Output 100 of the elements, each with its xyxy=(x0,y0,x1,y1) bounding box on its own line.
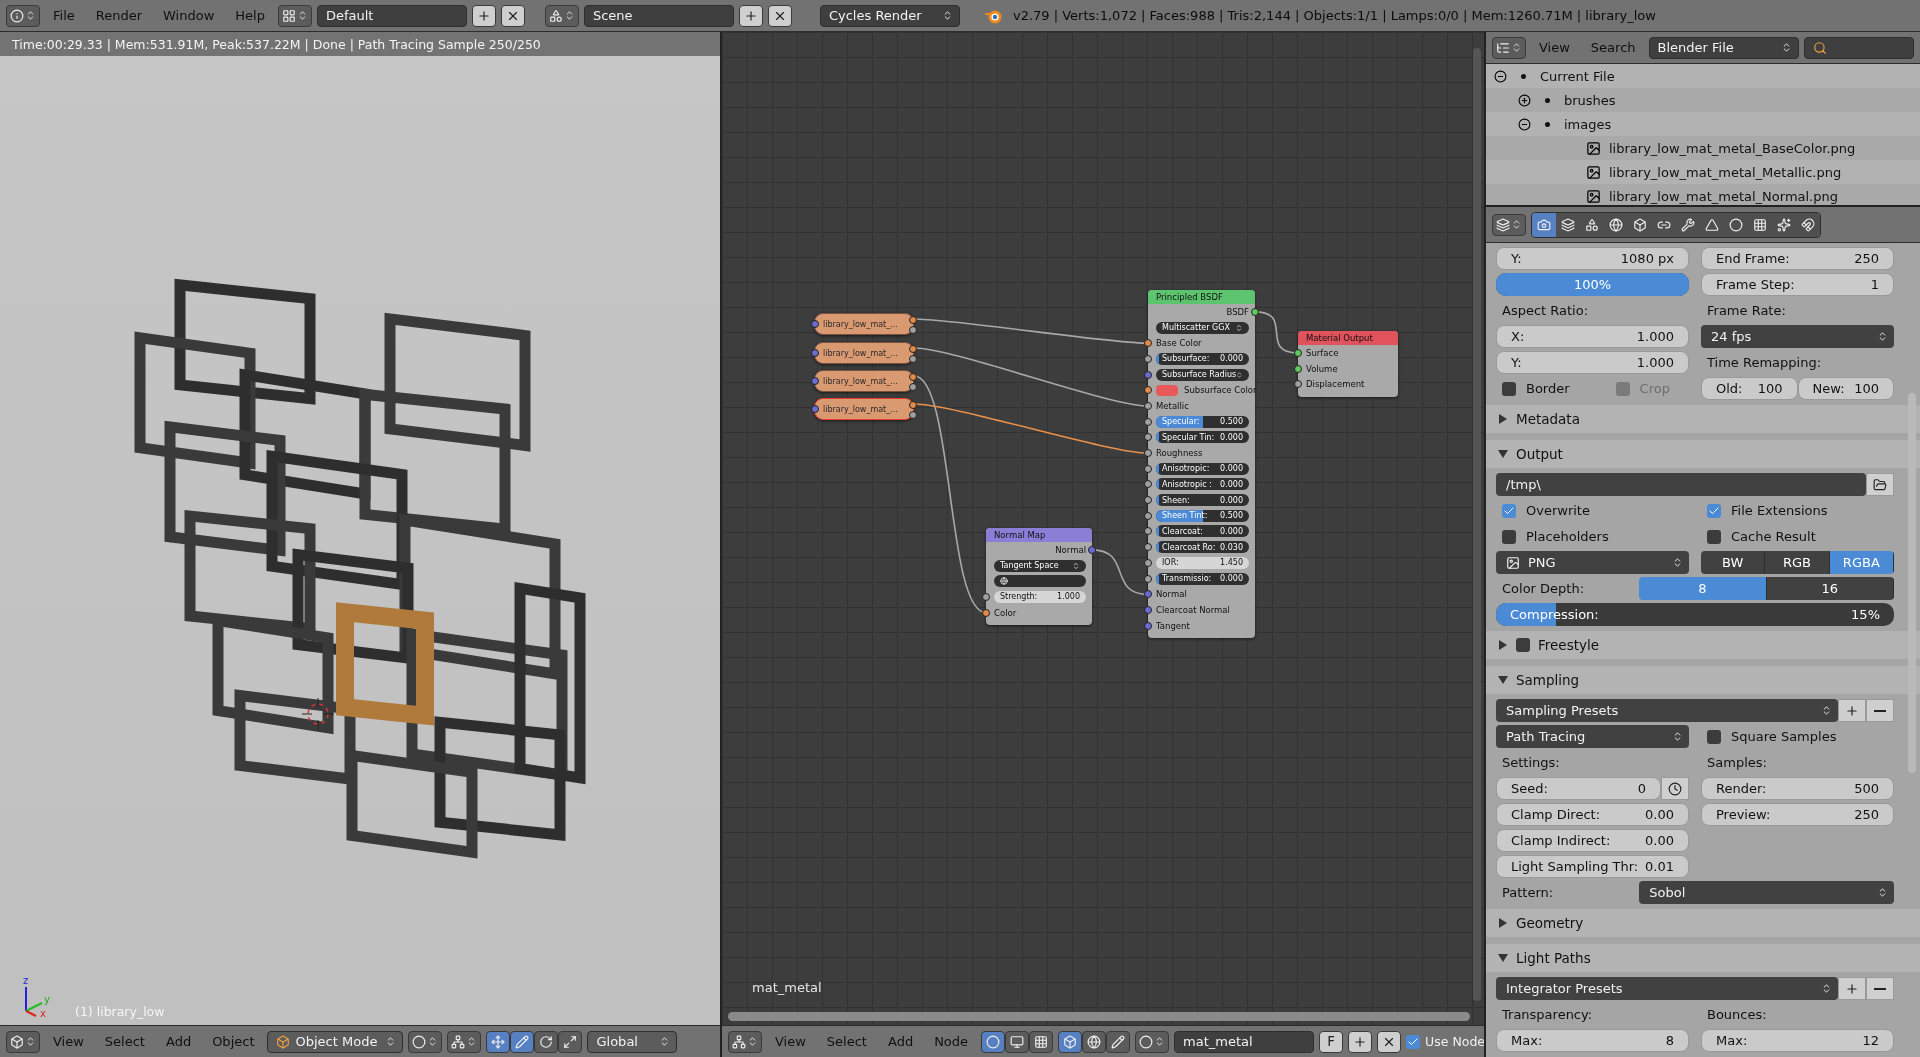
number-field[interactable]: Y: 1.000 xyxy=(1496,351,1689,374)
uv-map-field[interactable] xyxy=(994,575,1086,588)
node-slider[interactable]: Clearcoat Ro: 0.030 xyxy=(1156,541,1249,554)
menu-item[interactable]: Search xyxy=(1582,40,1644,55)
path-field[interactable]: /tmp\ xyxy=(1496,473,1866,496)
number-field[interactable]: New: 100 xyxy=(1797,377,1894,400)
dropdown[interactable]: Sobol xyxy=(1639,881,1894,904)
node-slider[interactable]: Anisotropic : 0.000 xyxy=(1156,478,1249,491)
number-field[interactable]: Y: 1080 px xyxy=(1496,247,1689,270)
scene-button[interactable] xyxy=(544,4,579,27)
node-dropdown[interactable]: Subsurface Radius xyxy=(1156,368,1249,381)
number-field[interactable]: Frame Step: 1 xyxy=(1701,273,1894,296)
node-slider[interactable]: Sheen: 0.000 xyxy=(1156,494,1249,507)
dropdown[interactable]: Path Tracing xyxy=(1496,725,1689,748)
checkbox-label[interactable]: Use Node xyxy=(1425,1034,1484,1049)
node-slider[interactable]: Specular: 0.500 xyxy=(1156,415,1249,428)
node-socket[interactable] xyxy=(1088,545,1096,554)
layout-button[interactable] xyxy=(277,4,312,27)
property-tab[interactable] xyxy=(1796,212,1820,237)
pivot-button[interactable] xyxy=(447,1030,482,1053)
checkbox-label[interactable]: Square Samples xyxy=(1731,729,1837,744)
dropdown[interactable]: 24 fps xyxy=(1701,325,1894,348)
scrollbar[interactable] xyxy=(728,1012,1470,1021)
editor-type-button[interactable] xyxy=(6,1030,40,1053)
remove-preset-button[interactable] xyxy=(1866,977,1894,1000)
number-field[interactable]: X: 1.000 xyxy=(1496,325,1689,348)
node-dropdown[interactable]: Tangent Space xyxy=(994,559,1086,572)
checkbox[interactable] xyxy=(1502,503,1516,518)
manipulator-button[interactable] xyxy=(510,1030,535,1053)
node-dropdown[interactable]: Multiscatter GGX xyxy=(1156,321,1249,334)
toggle-option[interactable]: RGBA xyxy=(1829,551,1894,574)
display-mode-dropdown[interactable]: Blender File xyxy=(1648,36,1799,59)
tree-item[interactable]: library_low_mat_metal_Metallic.png xyxy=(1609,164,1842,180)
checkbox[interactable] xyxy=(1516,638,1530,652)
checkbox[interactable] xyxy=(1502,529,1516,544)
number-field[interactable]: Preview: 250 xyxy=(1701,803,1894,826)
layout-field[interactable]: Default xyxy=(316,4,467,27)
close-button[interactable] xyxy=(500,4,525,27)
menu-item[interactable]: Help xyxy=(227,8,273,23)
close-button[interactable] xyxy=(1377,1030,1402,1053)
menu-item[interactable]: Object xyxy=(204,1034,263,1049)
manipulator-button[interactable] xyxy=(486,1030,511,1053)
panel-header[interactable]: Light Paths xyxy=(1486,944,1920,972)
node-slider[interactable]: Specular Tin: 0.000 xyxy=(1156,431,1249,444)
checkbox-label[interactable]: Cache Result xyxy=(1731,529,1816,544)
panel-header[interactable]: Metadata xyxy=(1486,405,1920,433)
number-field[interactable]: Old: 100 xyxy=(1701,377,1798,400)
node-slider[interactable]: Anisotropic: 0.000 xyxy=(1156,462,1249,475)
remove-preset-button[interactable] xyxy=(1866,699,1894,722)
checkbox[interactable] xyxy=(1502,381,1516,396)
render-engine-dropdown[interactable]: Cycles Render xyxy=(819,4,960,27)
shading-button[interactable] xyxy=(408,1030,443,1053)
mode-dropdown[interactable]: Object Mode xyxy=(267,1030,404,1053)
checkbox[interactable] xyxy=(1707,729,1721,744)
toggle-option[interactable]: 8 xyxy=(1639,577,1767,600)
node-slider[interactable]: Subsurface: 0.000 xyxy=(1156,352,1249,365)
animate-seed-button[interactable] xyxy=(1661,777,1689,800)
image-node[interactable]: library_low_mat_... xyxy=(814,313,914,335)
node-socket[interactable] xyxy=(811,349,819,357)
property-tab[interactable] xyxy=(1532,212,1556,237)
node-socket[interactable] xyxy=(811,320,819,328)
property-tab[interactable] xyxy=(1556,212,1580,237)
node-socket[interactable] xyxy=(811,405,819,413)
editor-type-button[interactable] xyxy=(728,1030,762,1053)
shader-source-button[interactable] xyxy=(1106,1030,1131,1053)
material-field[interactable]: mat_metal xyxy=(1174,1030,1315,1053)
node-slider[interactable]: Clearcoat: 0.000 xyxy=(1156,525,1249,538)
node-number-field[interactable]: IOR: 1.450 xyxy=(1156,556,1249,569)
number-field[interactable]: Light Sampling Thr: 0.01 xyxy=(1496,855,1689,878)
checkbox[interactable] xyxy=(1707,529,1721,544)
editor-type-button[interactable] xyxy=(6,4,40,27)
number-field[interactable]: Seed: 0 xyxy=(1496,777,1661,800)
color-swatch[interactable] xyxy=(1156,384,1178,396)
search-field[interactable] xyxy=(1803,36,1914,59)
toggle-option[interactable]: 16 xyxy=(1766,577,1894,600)
add-button[interactable] xyxy=(1348,1030,1373,1053)
manipulator-button[interactable] xyxy=(558,1030,583,1053)
close-button[interactable] xyxy=(767,4,792,27)
shader-source-button[interactable] xyxy=(1082,1030,1107,1053)
panel-header[interactable]: Sampling xyxy=(1486,666,1920,694)
tree-item[interactable]: Current File xyxy=(1540,68,1615,84)
preset-dropdown[interactable]: Sampling Presets xyxy=(1496,699,1838,722)
editor-type-button[interactable] xyxy=(1492,36,1526,59)
menu-item[interactable]: Add xyxy=(157,1034,200,1049)
menu-item[interactable]: Render xyxy=(87,8,151,23)
tree-item[interactable]: images xyxy=(1564,116,1612,132)
dropdown[interactable]: PNG xyxy=(1496,551,1689,574)
menu-item[interactable]: Select xyxy=(818,1034,875,1049)
scrollbar[interactable] xyxy=(1473,48,1481,1001)
node-socket[interactable] xyxy=(1251,307,1259,316)
number-field[interactable]: Max: 12 xyxy=(1701,1029,1894,1052)
toggle-option[interactable]: RGB xyxy=(1765,551,1830,574)
checkbox-label[interactable]: Border xyxy=(1526,381,1570,396)
scene-field[interactable]: Scene xyxy=(583,4,734,27)
shader-type-button[interactable] xyxy=(1005,1030,1030,1053)
node-socket[interactable] xyxy=(811,377,819,385)
menu-item[interactable]: Node xyxy=(926,1034,977,1049)
browse-button[interactable] xyxy=(1866,473,1894,496)
number-field[interactable]: End Frame: 250 xyxy=(1701,247,1894,270)
add-button[interactable] xyxy=(471,4,496,27)
